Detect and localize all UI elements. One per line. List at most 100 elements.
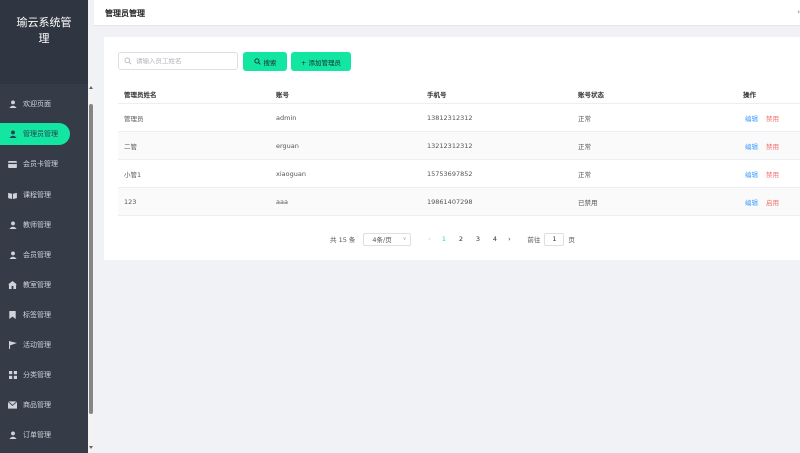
table-row: 二管 erguan 13212312312 正常 编辑 禁用	[118, 132, 800, 160]
cell-status: 正常	[578, 142, 591, 151]
page-size-select[interactable]: 4条/页 ∨	[363, 232, 412, 246]
home-icon	[8, 281, 17, 290]
search-field[interactable]	[118, 52, 238, 70]
cell-phone: 13812312312	[427, 113, 473, 122]
scroll-up-arrow-icon[interactable]	[89, 86, 93, 89]
cell-name: 123	[124, 197, 137, 206]
sidebar-item-label: 教室管理	[23, 281, 51, 289]
pagination: 共 15 条 4条/页 ∨ ‹ 1 2 3 4 › 前往 1 页	[330, 232, 575, 246]
user-icon	[8, 251, 17, 260]
page-number-3[interactable]: 3	[469, 235, 486, 243]
sidebar-item-label: 分类管理	[23, 371, 51, 379]
goto-page-input[interactable]: 1	[544, 232, 565, 246]
add-admin-button[interactable]: + 添加管理员	[291, 52, 351, 71]
add-admin-button-label: + 添加管理员	[300, 58, 341, 67]
column-header-phone: 手机号	[427, 90, 447, 99]
page-number-4[interactable]: 4	[486, 235, 503, 243]
sidebar-item-admin[interactable]: 管理员管理	[0, 123, 70, 145]
sidebar-item-tag[interactable]: 标签管理	[0, 304, 88, 326]
disable-link[interactable]: 禁用	[766, 169, 779, 179]
sidebar-item-label: 教师管理	[23, 221, 51, 229]
cell-status: 正常	[578, 170, 591, 179]
page-number-2[interactable]: 2	[452, 235, 469, 243]
sidebar-item-label: 商品管理	[23, 401, 51, 409]
cell-status: 正常	[578, 114, 591, 123]
book-icon	[8, 191, 17, 200]
page-size-value: 4条/页	[372, 236, 392, 244]
cell-account: admin	[276, 113, 297, 122]
sidebar-item-teacher[interactable]: 教师管理	[0, 214, 88, 236]
sidebar-item-label: 管理员管理	[23, 130, 58, 138]
table-row: 管理员 admin 13812312312 正常 编辑 禁用	[118, 104, 800, 132]
sidebar-item-classroom[interactable]: 教室管理	[0, 274, 88, 296]
sidebar-item-course[interactable]: 课程管理	[0, 184, 88, 206]
mail-icon	[8, 401, 17, 410]
column-header-actions: 操作	[743, 90, 756, 99]
sidebar-item-label: 欢迎页面	[23, 100, 51, 108]
sidebar-item-product[interactable]: 商品管理	[0, 394, 88, 416]
user-icon	[8, 130, 17, 139]
card-icon	[8, 160, 17, 169]
search-input[interactable]	[136, 57, 236, 65]
next-page-button[interactable]: ›	[503, 235, 515, 243]
app-title: 瑜云系统管理	[0, 0, 88, 84]
search-button[interactable]: 搜索	[243, 52, 287, 71]
column-header-status: 账号状态	[578, 90, 604, 99]
search-button-label: 搜索	[263, 58, 277, 67]
cell-phone: 15753697852	[427, 169, 473, 178]
goto-suffix: 页	[568, 236, 575, 244]
cell-account: xiaoguan	[276, 169, 306, 178]
edit-link[interactable]: 编辑	[745, 197, 758, 207]
sidebar-item-label: 课程管理	[23, 191, 51, 199]
sidebar-item-label: 会员卡管理	[23, 160, 58, 168]
cell-name: 二管	[124, 142, 137, 151]
cell-name: 小管1	[124, 170, 142, 179]
disable-link[interactable]: 禁用	[766, 113, 779, 123]
table-header: 管理员姓名 账号 手机号 账号状态 操作	[118, 84, 800, 104]
sidebar-item-activity[interactable]: 活动管理	[0, 334, 88, 356]
goto-label: 前往	[527, 236, 541, 244]
bookmark-icon	[8, 311, 17, 320]
cell-phone: 13212312312	[427, 141, 473, 150]
page-number-1[interactable]: 1	[435, 235, 452, 243]
enable-link[interactable]: 启用	[766, 197, 779, 207]
sidebar-item-label: 会员管理	[23, 251, 51, 259]
search-icon	[124, 57, 132, 65]
admin-table: 管理员姓名 账号 手机号 账号状态 操作 管理员 admin 138123123…	[118, 84, 800, 216]
grid-icon	[8, 371, 17, 380]
sidebar-item-label: 标签管理	[23, 311, 51, 319]
cell-account: erguan	[276, 141, 299, 150]
cell-phone: 19861407298	[427, 197, 473, 206]
cell-actions: 编辑 禁用	[723, 113, 800, 123]
sidebar-item-label: 订单管理	[23, 431, 51, 439]
page-header: 管理员管理 ›	[94, 0, 800, 26]
sidebar-item-label: 活动管理	[23, 341, 51, 349]
column-header-name: 管理员姓名	[124, 90, 157, 99]
flag-icon	[8, 341, 17, 350]
sidebar-item-category[interactable]: 分类管理	[0, 364, 88, 386]
edit-link[interactable]: 编辑	[745, 169, 758, 179]
user-icon	[8, 100, 17, 109]
cell-status: 已禁用	[578, 198, 598, 207]
cell-account: aaa	[276, 197, 288, 206]
chevron-down-icon: ∨	[402, 236, 407, 242]
disable-link[interactable]: 禁用	[766, 141, 779, 151]
user-icon	[8, 221, 17, 230]
sidebar-item-welcome[interactable]: 欢迎页面	[0, 93, 88, 115]
edit-link[interactable]: 编辑	[745, 113, 758, 123]
sidebar-item-member[interactable]: 会员管理	[0, 244, 88, 266]
prev-page-button[interactable]: ‹	[423, 235, 435, 243]
scrollbar-thumb[interactable]	[89, 104, 93, 414]
page-title: 管理员管理	[105, 9, 145, 18]
table-row: 小管1 xiaoguan 15753697852 正常 编辑 禁用	[118, 160, 800, 188]
sidebar-item-membership-card[interactable]: 会员卡管理	[0, 153, 88, 175]
cell-name: 管理员	[124, 114, 144, 123]
pagination-total: 共 15 条	[330, 236, 356, 244]
sidebar: 瑜云系统管理 欢迎页面 管理员管理 会员卡管理 课程管理 教师管理 会员管理 教…	[0, 0, 88, 453]
sidebar-item-order[interactable]: 订单管理	[0, 424, 88, 446]
table-row: 123 aaa 19861407298 已禁用 编辑 启用	[118, 188, 800, 216]
scroll-down-arrow-icon[interactable]	[89, 446, 93, 449]
column-header-account: 账号	[276, 90, 289, 99]
cell-actions: 编辑 禁用	[723, 169, 800, 179]
edit-link[interactable]: 编辑	[745, 141, 758, 151]
